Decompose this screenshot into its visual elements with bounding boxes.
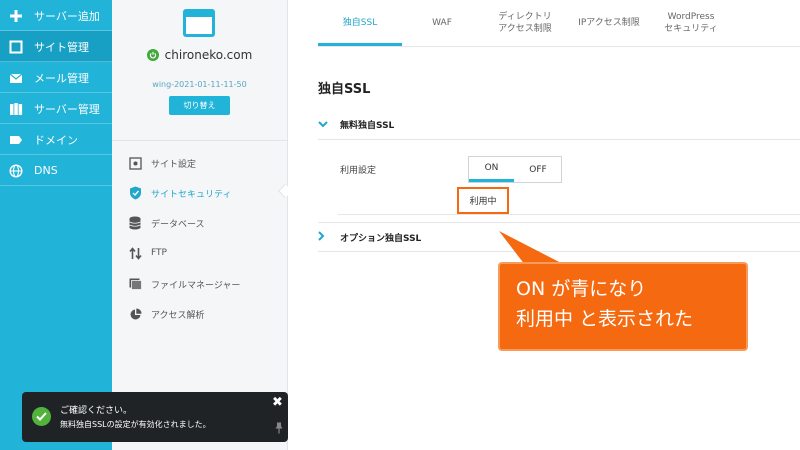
menu-item-database[interactable]: データベース: [112, 208, 287, 238]
database-icon: [128, 216, 142, 230]
site-domain-row: chironeko.com: [112, 48, 287, 62]
menu-item-label: FTP: [151, 248, 167, 258]
pin-icon[interactable]: [274, 422, 284, 434]
usage-setting-label: 利用設定: [340, 166, 377, 176]
menu-item-ftp[interactable]: FTP: [112, 238, 287, 268]
callout-line1: ON が青になり: [516, 278, 647, 300]
section-title: 無料独自SSL: [340, 121, 395, 131]
tab-label: IPアクセス制限: [578, 18, 640, 28]
switch-site-button[interactable]: 切り替え: [169, 96, 230, 115]
tab-label-line1: WordPress: [667, 12, 715, 22]
tab-wordpress-security[interactable]: WordPress セキュリティ: [650, 0, 732, 46]
plus-icon: [8, 8, 24, 24]
nav-item-mail-management[interactable]: メール管理: [0, 62, 112, 93]
browser-window-icon: [183, 9, 215, 37]
nav-item-label: サイト管理: [34, 40, 89, 54]
server-icon: [8, 101, 24, 117]
window-icon: [8, 39, 24, 55]
nav-item-add-server[interactable]: サーバー追加: [0, 0, 112, 31]
callout-line2: 利用中 と表示された: [516, 308, 694, 330]
annotation-callout: ON が青になり 利用中 と表示された: [498, 262, 748, 351]
nav-item-label: DNS: [34, 164, 58, 177]
menu-item-site-security[interactable]: サイトセキュリティ: [112, 178, 287, 208]
tab-label-line2: アクセス制限: [498, 24, 552, 34]
site-sidebar: chironeko.com wing-2021-01-11-11-50 切り替え…: [112, 0, 288, 450]
transfer-icon: [128, 246, 142, 260]
check-icon: [32, 407, 51, 426]
server-id: wing-2021-01-11-11-50: [152, 80, 247, 89]
power-icon: [146, 49, 159, 61]
menu-item-label: ファイルマネージャー: [151, 280, 241, 291]
main-nav: サーバー追加 サイト管理 メール管理 サーバー管理 ドメイン DNS: [0, 0, 112, 450]
row-divider: [338, 214, 800, 215]
menu-item-access-analytics[interactable]: アクセス解析: [112, 299, 287, 329]
section-title: オプション独自SSL: [340, 233, 422, 244]
chevron-right-icon: [318, 230, 328, 244]
chevron-down-icon: [318, 118, 328, 131]
toggle-on-button[interactable]: ON: [469, 157, 514, 182]
ssl-status: 利用中: [457, 187, 509, 214]
toggle-off-button[interactable]: OFF: [515, 157, 561, 182]
nav-item-label: サーバー管理: [34, 102, 100, 116]
toast-title: ご確認ください。: [60, 406, 133, 416]
tab-label-line2: セキュリティ: [664, 24, 718, 34]
nav-item-site-management[interactable]: サイト管理: [0, 31, 112, 62]
ssl-toggle: ON OFF: [468, 156, 562, 183]
security-tabs: 独自SSL WAF ディレクトリ アクセス制限 IPアクセス制限 WordPres…: [318, 0, 800, 46]
tab-ssl[interactable]: 独自SSL: [318, 0, 402, 46]
tab-label: WordPress セキュリティ: [664, 11, 717, 35]
nav-item-label: メール管理: [34, 71, 89, 85]
site-header: chironeko.com wing-2021-01-11-11-50 切り替え: [112, 0, 287, 141]
menu-item-label: サイトセキュリティ: [151, 189, 232, 200]
site-domain: chironeko.com: [164, 48, 253, 62]
menu-item-label: サイト設定: [151, 159, 197, 170]
shield-icon: [128, 186, 142, 200]
nav-item-dns[interactable]: DNS: [0, 155, 112, 186]
tab-label: WAF: [432, 18, 452, 28]
mail-icon: [8, 70, 24, 86]
nav-item-label: サーバー追加: [34, 9, 100, 23]
success-toast: ご確認ください。 無料独自SSLの設定が有効化されました。 ✖: [22, 392, 288, 442]
tab-directory-access-restriction[interactable]: ディレクトリ アクセス制限: [482, 0, 568, 46]
globe-icon: [8, 163, 24, 179]
tag-icon: [8, 132, 24, 148]
menu-item-site-settings[interactable]: サイト設定: [112, 148, 287, 178]
nav-item-domain[interactable]: ドメイン: [0, 124, 112, 155]
tab-label: 独自SSL: [342, 18, 378, 28]
tab-label-line1: ディレクトリ: [498, 12, 552, 22]
settings-icon: [128, 156, 142, 170]
nav-item-label: ドメイン: [34, 133, 78, 147]
menu-item-label: データベース: [151, 219, 205, 230]
menu-item-file-manager[interactable]: ファイルマネージャー: [112, 269, 287, 299]
tabs-divider: [318, 46, 800, 47]
tab-label: ディレクトリ アクセス制限: [498, 11, 552, 35]
nav-item-server-management[interactable]: サーバー管理: [0, 93, 112, 124]
page-title: 独自SSL: [318, 82, 371, 97]
tab-ip-access-restriction[interactable]: IPアクセス制限: [568, 0, 650, 46]
free-ssl-section-header[interactable]: 無料独自SSL: [318, 110, 800, 140]
pie-chart-icon: [128, 307, 142, 321]
close-icon[interactable]: ✖: [272, 395, 283, 410]
tab-waf[interactable]: WAF: [402, 0, 482, 46]
toast-message: 無料独自SSLの設定が有効化されました。: [60, 420, 211, 429]
menu-item-label: アクセス解析: [151, 310, 205, 321]
folder-icon: [128, 277, 142, 291]
